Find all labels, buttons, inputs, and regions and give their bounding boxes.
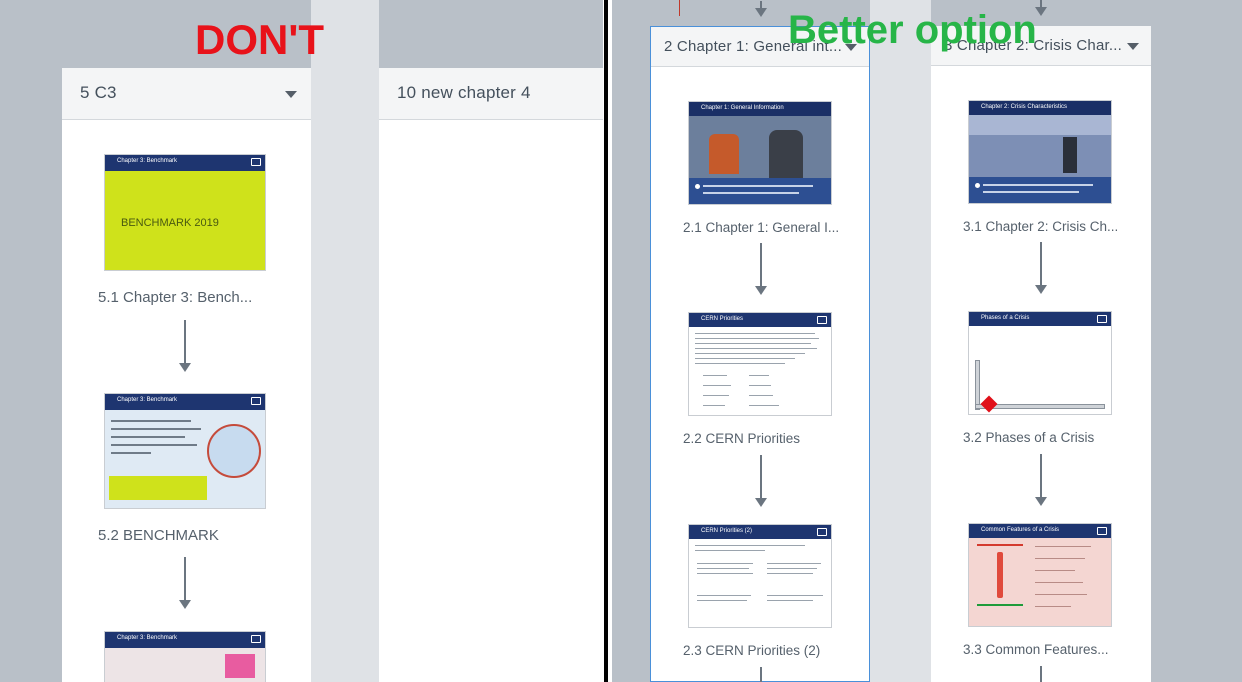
explosion-icon (980, 395, 998, 413)
slide-thumbnail-2-2[interactable]: CERN Priorities (688, 312, 832, 416)
flow-arrow-icon (755, 1, 767, 17)
slide-thumbnail-3-2[interactable]: Phases of a Crisis (968, 311, 1112, 415)
column-title: 5 C3 (80, 83, 117, 102)
slide-thumbnail-5-1[interactable]: Chapter 3: Benchmark BENCHMARK 2019 (104, 154, 266, 271)
flow-arrow-icon (1035, 454, 1047, 506)
slide-thumb-text: BENCHMARK 2019 (121, 217, 219, 229)
slide-caption: 5.1 Chapter 3: Bench... (98, 289, 253, 306)
slide-thumbnail-2-3[interactable]: CERN Priorities (2) (688, 524, 832, 628)
slide-caption: 2.2 CERN Priorities (683, 431, 801, 446)
flow-arrow-icon (760, 667, 762, 682)
logo-icon (251, 635, 261, 643)
flow-arrow-icon (755, 455, 767, 507)
slide-caption: 2.1 Chapter 1: General I... (683, 220, 840, 235)
chapter-column-2: 2 Chapter 1: General int... Chapter 1: G… (650, 1, 870, 682)
people-photo-image (689, 116, 831, 178)
sticky-note-image (225, 654, 255, 678)
column-gutter (870, 0, 931, 682)
dont-annotation: DON'T (195, 16, 324, 63)
slide-thumbnail-3-3[interactable]: Common Features of a Crisis (968, 523, 1112, 627)
logo-icon (817, 528, 827, 536)
thermometer-icon (997, 552, 1003, 598)
slide-caption: 2.3 CERN Priorities (2) (683, 643, 821, 658)
slide-caption: 3.1 Chapter 2: Crisis Ch... (963, 219, 1119, 234)
logo-icon (251, 397, 261, 405)
logo-icon (1097, 527, 1107, 535)
chevron-down-icon[interactable] (285, 91, 297, 98)
slide-caption: 3.2 Phases of a Crisis (963, 430, 1095, 445)
red-marker-line (679, 0, 680, 16)
people-network-image (207, 424, 261, 478)
pane-divider (603, 0, 612, 682)
left-storyboard-pane: 5 C3 Chapter 3: Benchmark BENCHMARK 2019… (0, 0, 603, 682)
slide-thumbnail-3-1[interactable]: Chapter 2: Crisis Characteristics (968, 100, 1112, 204)
flow-arrow-icon (1035, 0, 1047, 16)
chapter-column-3: 3 Chapter 2: Crisis Char... Chapter 2: C… (931, 0, 1151, 682)
logo-icon (1097, 315, 1107, 323)
chapter-column-10: 10 new chapter 4 (379, 68, 603, 682)
column-header[interactable]: 10 new chapter 4 (379, 68, 603, 120)
better-option-annotation: Better option (788, 8, 1037, 52)
column-title: 10 new chapter 4 (397, 83, 531, 102)
hall-photo-image (969, 115, 1111, 177)
slide-caption: 5.2 BENCHMARK (98, 527, 219, 544)
slide-thumbnail-2-1[interactable]: Chapter 1: General Information (688, 101, 832, 205)
flow-arrow-icon (1035, 242, 1047, 294)
flow-arrow-icon (179, 557, 191, 609)
column-gutter (311, 0, 379, 682)
right-storyboard-pane: 2 Chapter 1: General int... Chapter 1: G… (612, 0, 1242, 682)
y-axis-arrow-icon (975, 360, 980, 410)
chapter-column-5: 5 C3 Chapter 3: Benchmark BENCHMARK 2019… (62, 68, 311, 682)
highlight-box (109, 476, 207, 500)
column-header[interactable]: 5 C3 (62, 68, 311, 120)
slide-thumbnail-5-2[interactable]: Chapter 3: Benchmark (104, 393, 266, 509)
logo-icon (251, 158, 261, 166)
slide-caption: 3.3 Common Features... (963, 642, 1109, 657)
flow-arrow-icon (1040, 666, 1042, 682)
flow-arrow-icon (179, 320, 191, 372)
slide-thumbnail-5-3[interactable]: Chapter 3: Benchmark (104, 631, 266, 682)
flow-arrow-icon (755, 243, 767, 295)
chevron-down-icon[interactable] (1127, 43, 1139, 50)
logo-icon (817, 316, 827, 324)
